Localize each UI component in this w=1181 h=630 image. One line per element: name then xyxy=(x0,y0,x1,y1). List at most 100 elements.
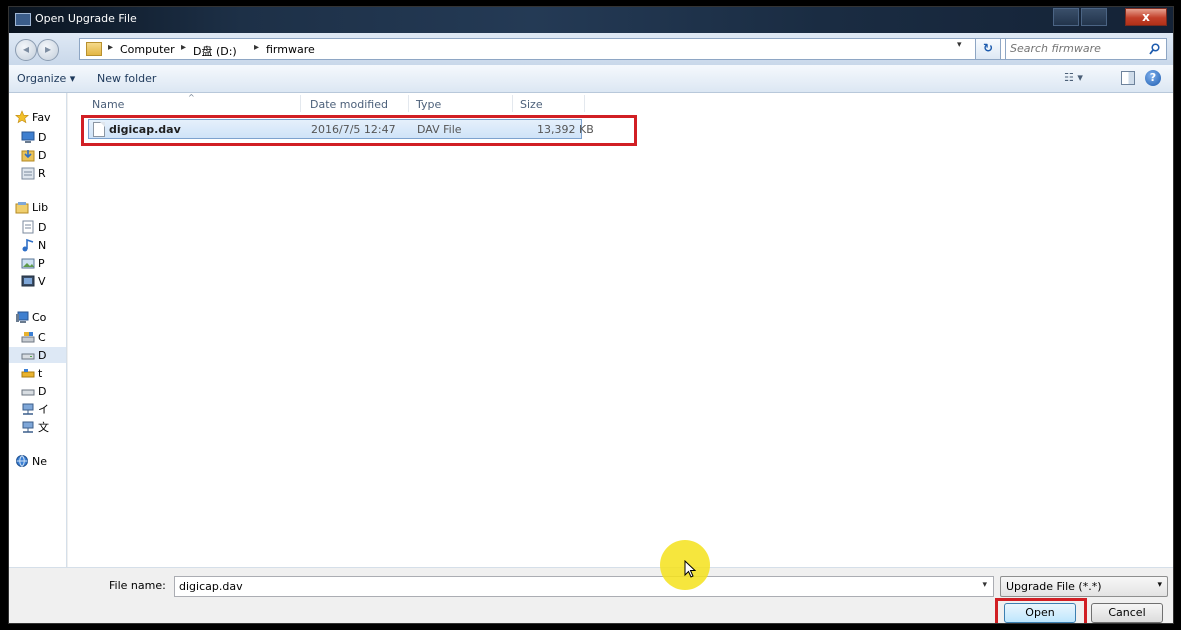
nav-label: C xyxy=(38,330,46,344)
file-name-label: File name: xyxy=(109,579,166,592)
forward-button[interactable]: ▸ xyxy=(37,39,59,61)
nav-label: 文 xyxy=(38,421,49,434)
nav-label: Ne xyxy=(32,454,47,468)
nav-network-share[interactable]: 文 xyxy=(21,419,49,435)
nav-label: D xyxy=(38,384,47,398)
column-divider[interactable] xyxy=(512,95,513,112)
nav-videos[interactable]: V xyxy=(21,273,46,289)
file-name-combobox[interactable]: ▾ xyxy=(174,576,994,597)
column-header-date-modified[interactable]: Date modified xyxy=(310,98,388,111)
address-history-dropdown-icon[interactable]: ▾ xyxy=(957,40,962,50)
breadcrumb-separator[interactable]: ▸ xyxy=(108,42,113,53)
computer-icon xyxy=(15,310,29,324)
desktop-icon xyxy=(21,130,35,144)
new-folder-button[interactable]: New folder xyxy=(97,72,156,85)
search-icon[interactable] xyxy=(1149,43,1160,55)
column-header-type[interactable]: Type xyxy=(416,98,441,111)
nav-label: t xyxy=(38,366,43,380)
column-divider[interactable] xyxy=(584,95,585,112)
refresh-button[interactable]: ↻ xyxy=(975,38,1001,60)
nav-drive[interactable]: D xyxy=(21,383,46,399)
column-header-name[interactable]: Name xyxy=(92,98,124,111)
sort-ascending-icon: ^ xyxy=(188,93,195,102)
help-icon[interactable]: ? xyxy=(1145,70,1161,86)
drive-d-icon xyxy=(21,348,35,362)
nav-label: イ xyxy=(38,403,49,416)
breadcrumb-drive-d[interactable]: D盘 (D:) xyxy=(193,43,237,59)
nav-label: D xyxy=(38,220,47,234)
nav-favorites[interactable]: Fav xyxy=(15,109,51,125)
address-bar: ◂ ▸ ▸ Computer ▸ D盘 (D:) ▸ firmware ▾ ↻ xyxy=(9,33,1173,65)
chevron-down-icon[interactable]: ▾ xyxy=(1157,580,1162,590)
open-file-dialog: Open Upgrade File x ◂ ▸ ▸ Computer ▸ D盘 … xyxy=(8,6,1174,624)
drive-c-icon xyxy=(21,330,35,344)
network-drive-icon xyxy=(21,366,35,380)
nav-network-drive[interactable]: t xyxy=(21,365,42,381)
breadcrumb-computer[interactable]: Computer xyxy=(120,43,175,56)
maximize-button[interactable] xyxy=(1081,8,1107,26)
file-list[interactable]: Name ^ Date modified Type Size digicap.d… xyxy=(68,93,1173,567)
column-header-size[interactable]: Size xyxy=(520,98,543,111)
star-icon xyxy=(15,110,29,124)
nav-drive-c[interactable]: C xyxy=(21,329,46,345)
window-title: Open Upgrade File xyxy=(35,12,137,25)
network-icon xyxy=(15,454,29,468)
nav-documents[interactable]: D xyxy=(21,219,46,235)
mouse-cursor-icon xyxy=(684,560,696,578)
nav-music[interactable]: N xyxy=(21,237,46,253)
nav-label: Co xyxy=(32,310,47,324)
nav-label: D xyxy=(38,148,47,162)
file-type-select[interactable]: Upgrade File (*.*) ▾ xyxy=(1000,576,1168,597)
nav-label: D xyxy=(38,348,47,362)
breadcrumb-separator[interactable]: ▸ xyxy=(254,42,259,53)
downloads-icon xyxy=(21,148,35,162)
nav-desktop[interactable]: D xyxy=(21,129,46,145)
organize-button[interactable]: Organize ▾ xyxy=(17,72,75,85)
title-bar[interactable]: Open Upgrade File x xyxy=(9,7,1173,33)
column-headers: Name ^ Date modified Type Size xyxy=(68,93,1173,115)
nav-downloads[interactable]: D xyxy=(21,147,46,163)
close-button[interactable]: x xyxy=(1125,8,1167,26)
nav-recent-places[interactable]: R xyxy=(21,165,46,181)
minimize-button[interactable] xyxy=(1053,8,1079,26)
network-share-icon xyxy=(21,402,35,416)
documents-icon xyxy=(21,220,35,234)
search-input[interactable] xyxy=(1010,42,1145,55)
nav-label: P xyxy=(38,256,45,270)
network-share-icon xyxy=(21,420,35,434)
nav-computer[interactable]: Co xyxy=(15,309,46,325)
preview-pane-icon[interactable] xyxy=(1121,71,1135,85)
search-box[interactable] xyxy=(1005,38,1167,60)
dialog-footer: File name: ▾ Upgrade File (*.*) ▾ Open C… xyxy=(9,567,1173,623)
nav-label: N xyxy=(38,238,47,252)
nav-network[interactable]: Ne xyxy=(15,453,47,469)
file-name-input[interactable] xyxy=(179,580,969,593)
nav-label: V xyxy=(38,274,46,288)
file-type-value: Upgrade File (*.*) xyxy=(1006,580,1102,593)
breadcrumb-firmware[interactable]: firmware xyxy=(266,43,315,56)
app-icon xyxy=(15,13,31,26)
nav-drive-d[interactable]: D xyxy=(9,347,66,363)
folder-icon xyxy=(86,42,102,56)
recent-places-icon xyxy=(21,166,35,180)
chevron-down-icon[interactable]: ▾ xyxy=(982,580,987,590)
nav-label: Fav xyxy=(32,110,51,124)
command-toolbar: Organize ▾ New folder ☷ ▾ ? xyxy=(9,65,1173,93)
back-button[interactable]: ◂ xyxy=(15,39,37,61)
cancel-button[interactable]: Cancel xyxy=(1091,603,1163,623)
breadcrumb[interactable]: ▸ Computer ▸ D盘 (D:) ▸ firmware xyxy=(79,38,1009,60)
videos-icon xyxy=(21,274,35,288)
navigation-pane: Fav D D R Lib D N P V Co C D t D イ 文 Ne xyxy=(9,93,67,567)
column-divider[interactable] xyxy=(408,95,409,112)
breadcrumb-separator[interactable]: ▸ xyxy=(181,42,186,53)
pictures-icon xyxy=(21,256,35,270)
annotation-highlight-box xyxy=(995,598,1087,623)
nav-libraries[interactable]: Lib xyxy=(15,199,48,215)
change-view-button[interactable]: ☷ ▾ xyxy=(1064,71,1098,87)
nav-label: Lib xyxy=(32,200,49,214)
nav-pictures[interactable]: P xyxy=(21,255,45,271)
drive-icon xyxy=(21,384,35,398)
column-divider[interactable] xyxy=(300,95,301,112)
nav-network-share[interactable]: イ xyxy=(21,401,49,417)
nav-label: D xyxy=(38,130,47,144)
